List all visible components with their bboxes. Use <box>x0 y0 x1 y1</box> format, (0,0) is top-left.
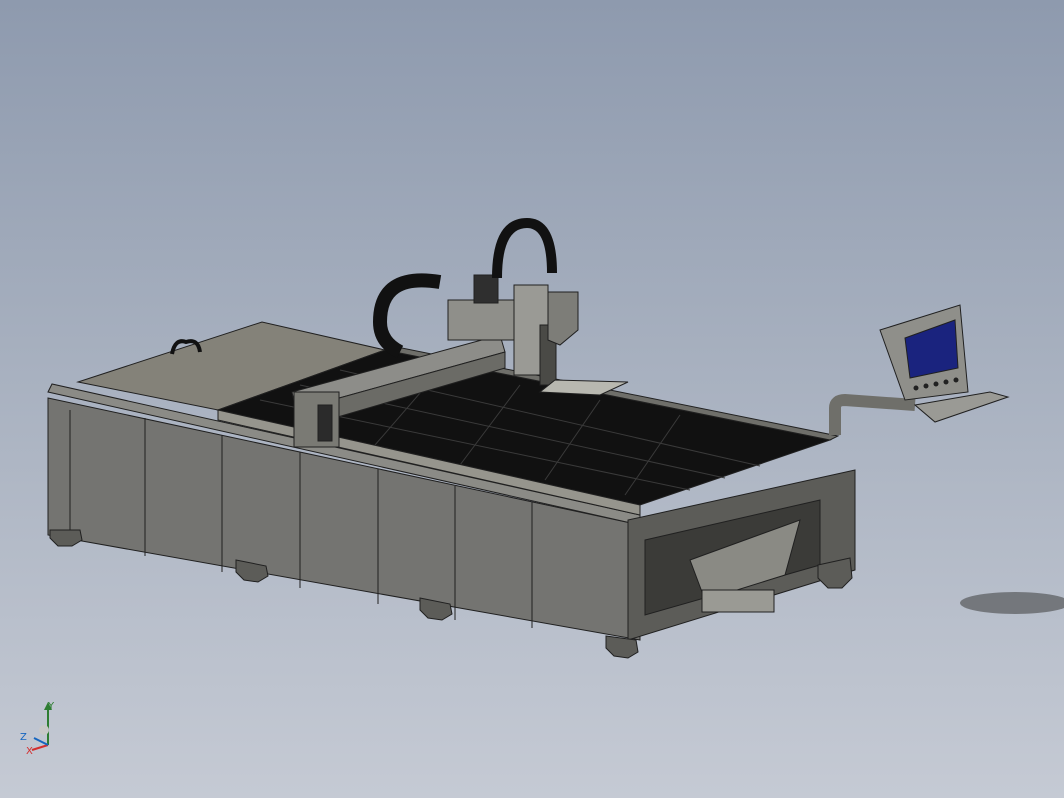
cable-chain <box>372 273 442 359</box>
x-axis-arrow <box>31 744 49 751</box>
x-axis-carriage[interactable] <box>447 299 519 341</box>
cable-chain <box>492 217 557 279</box>
leveling-foot <box>605 635 639 659</box>
z-axis-motor <box>473 274 499 304</box>
head-bracket <box>547 291 579 346</box>
servo-motor <box>317 404 333 442</box>
y-axis-label: Y <box>47 701 55 712</box>
z-axis-label: Z <box>20 732 27 743</box>
triad-origin <box>39 725 49 735</box>
coordinate-triad: Y Z X <box>20 701 55 757</box>
monitor-arm <box>829 393 916 435</box>
3d-viewport[interactable]: Y Z X <box>0 0 1064 798</box>
control-console[interactable] <box>829 304 1010 435</box>
ground-shadow <box>960 592 1064 614</box>
x-axis-label: X <box>26 746 33 757</box>
drawer-unit <box>701 589 775 613</box>
z-axis-arrow <box>33 737 49 746</box>
leveling-foot <box>49 529 83 547</box>
laser-cutting-machine-model[interactable] <box>0 0 1064 798</box>
